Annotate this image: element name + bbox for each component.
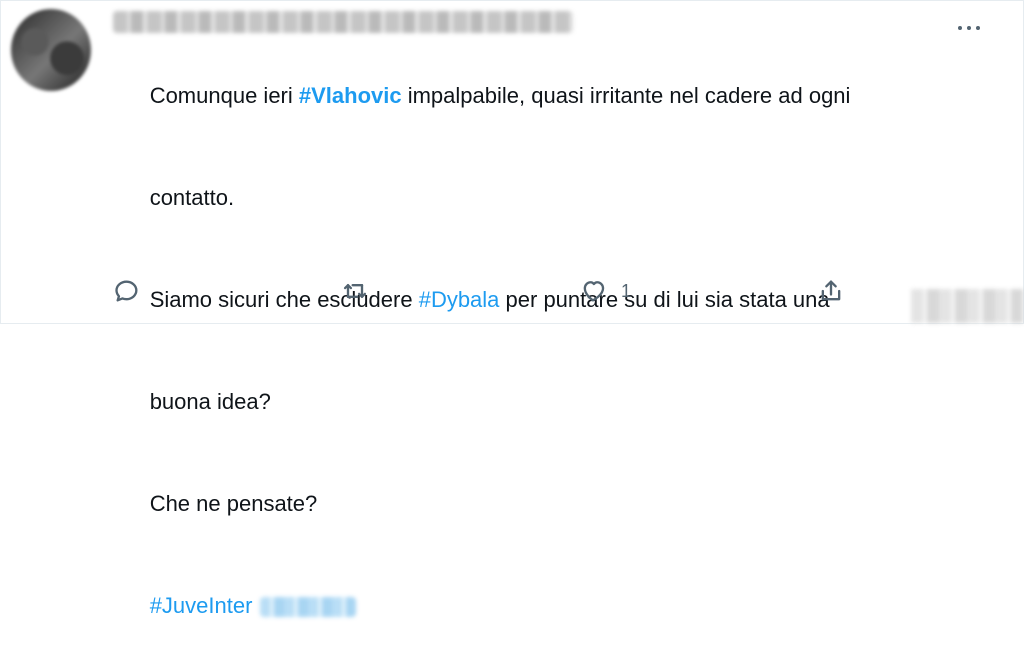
- text-segment: Comunque ieri: [149, 83, 299, 108]
- avatar[interactable]: [11, 9, 91, 91]
- tweet-text: Comunque ieri #Vlahovic impalpabile, qua…: [113, 45, 993, 648]
- text-segment: impalpabile, quasi irritante nel cadere …: [401, 83, 851, 108]
- tweet-line-5: Che ne pensate?: [113, 453, 993, 555]
- tweet-line-4: buona idea?: [113, 351, 993, 453]
- heart-icon: [583, 281, 605, 302]
- like-button[interactable]: 1: [579, 277, 631, 305]
- tweet-actions: 1: [113, 275, 873, 311]
- tweet-line-2: contatto.: [113, 147, 993, 249]
- more-dot-1: [958, 26, 962, 30]
- hashtag-vlahovic[interactable]: #Vlahovic: [299, 83, 402, 108]
- like-count: 1: [621, 280, 632, 301]
- text-segment: contatto.: [149, 185, 235, 210]
- tweet-line-1: Comunque ieri #Vlahovic impalpabile, qua…: [113, 45, 993, 147]
- more-dot-2: [967, 26, 971, 30]
- more-dot-3: [976, 26, 980, 30]
- blurred-hashtag: [260, 597, 357, 618]
- tweet-line-6: #JuveInter: [113, 555, 993, 648]
- blurred-corner-watermark: [911, 289, 1023, 323]
- tweet-card: Comunque ieri #Vlahovic impalpabile, qua…: [0, 0, 1024, 618]
- tweet-header: [113, 11, 573, 33]
- reply-button[interactable]: [113, 277, 141, 305]
- text-segment: buona idea?: [149, 389, 271, 414]
- retweet-icon: [343, 284, 367, 298]
- retweet-button[interactable]: [341, 277, 369, 305]
- share-icon: [821, 280, 841, 301]
- share-button[interactable]: [817, 277, 845, 305]
- blurred-user-info: [113, 11, 573, 33]
- text-segment: Che ne pensate?: [149, 491, 318, 516]
- reply-icon: [115, 280, 138, 302]
- more-icon[interactable]: [955, 23, 983, 33]
- hashtag-juveinter[interactable]: #JuveInter: [150, 593, 253, 618]
